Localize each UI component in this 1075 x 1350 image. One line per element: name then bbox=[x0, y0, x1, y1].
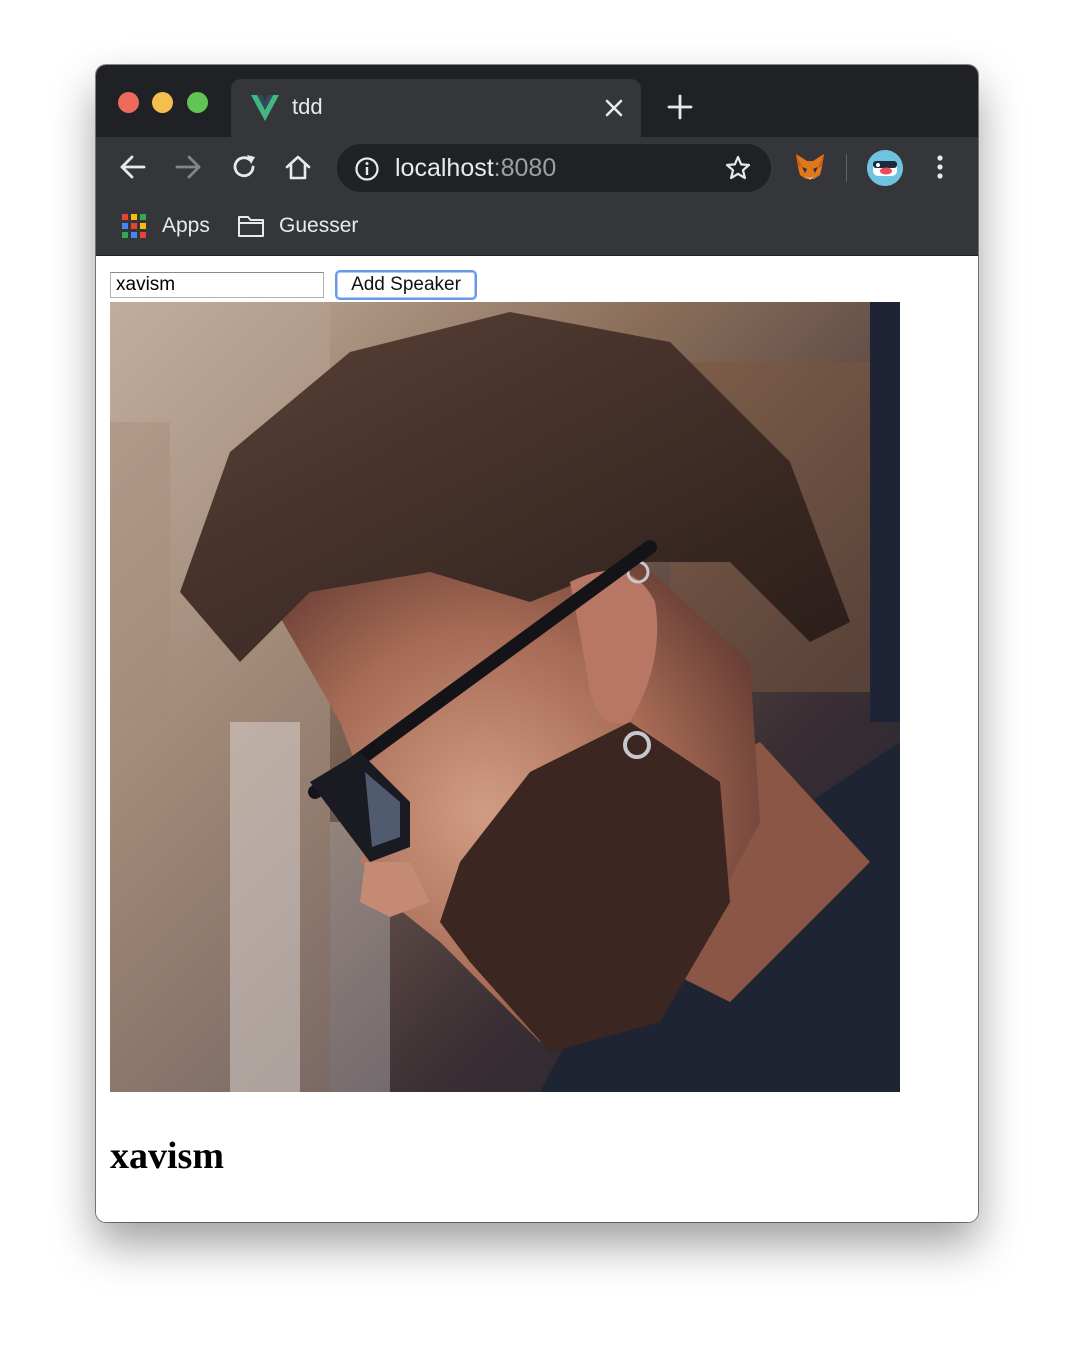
tab-tdd[interactable]: tdd bbox=[231, 79, 641, 137]
new-tab-icon[interactable] bbox=[666, 93, 694, 121]
add-speaker-button[interactable]: Add Speaker bbox=[335, 270, 477, 300]
profile-avatar[interactable] bbox=[867, 150, 903, 186]
url-host: localhost bbox=[395, 154, 494, 182]
kebab-menu-icon[interactable] bbox=[928, 152, 952, 182]
address-bar[interactable]: localhost:8080 bbox=[337, 144, 771, 192]
forward-arrow-icon[interactable] bbox=[173, 152, 203, 182]
bookmark-star-icon[interactable] bbox=[724, 154, 752, 182]
url-port: :8080 bbox=[493, 154, 557, 182]
vue-logo-icon bbox=[251, 95, 279, 121]
metamask-fox-icon[interactable] bbox=[793, 150, 827, 184]
bookmark-label: Apps bbox=[162, 214, 210, 237]
back-arrow-icon[interactable] bbox=[118, 152, 148, 182]
apps-grid-icon bbox=[122, 214, 146, 238]
tab-strip: tdd bbox=[96, 65, 978, 137]
page-content: Add Speaker bbox=[96, 256, 978, 1222]
browser-toolbar: localhost:8080 bbox=[96, 137, 978, 197]
speaker-name-input[interactable] bbox=[110, 272, 324, 298]
browser-window: tdd localhost:8080 Apps Guesser xavism A… bbox=[96, 65, 978, 1222]
speaker-photo bbox=[110, 302, 900, 1092]
bookmark-guesser[interactable]: Guesser bbox=[237, 209, 367, 243]
minimize-window-button[interactable] bbox=[152, 92, 173, 113]
url-text: localhost:8080 bbox=[395, 154, 556, 183]
bookmark-label: Guesser bbox=[279, 214, 359, 237]
sushi-avatar-icon bbox=[867, 150, 903, 186]
maximize-window-button[interactable] bbox=[187, 92, 208, 113]
home-icon[interactable] bbox=[283, 152, 313, 182]
bookmarks-bar: Apps Guesser bbox=[96, 197, 978, 256]
close-tab-icon[interactable] bbox=[601, 95, 627, 121]
speaker-name-heading: xavism bbox=[110, 1135, 224, 1177]
toolbar-separator bbox=[846, 154, 847, 182]
folder-icon bbox=[238, 216, 264, 237]
reload-icon[interactable] bbox=[229, 152, 259, 182]
tab-title: tdd bbox=[292, 94, 323, 119]
info-icon[interactable] bbox=[354, 156, 380, 182]
close-window-button[interactable] bbox=[118, 92, 139, 113]
bookmark-apps[interactable]: Apps bbox=[120, 209, 220, 243]
